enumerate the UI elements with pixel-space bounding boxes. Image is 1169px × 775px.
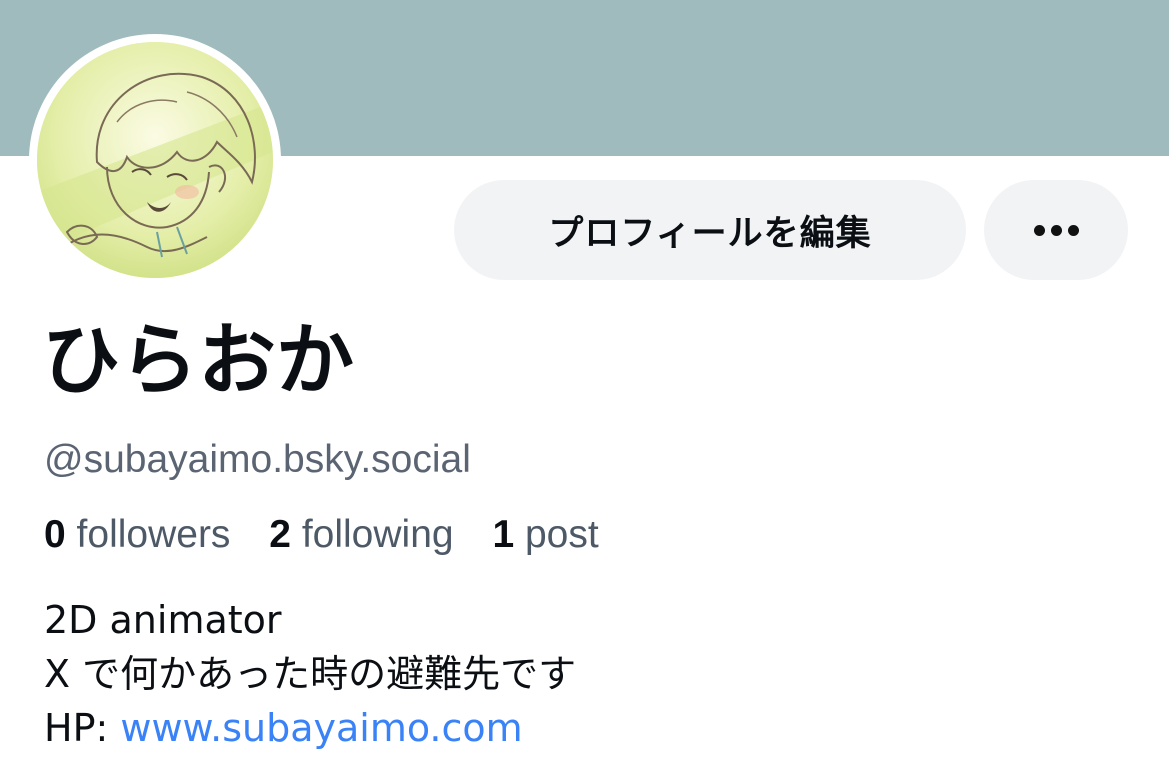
profile-stats: 0 followers 2 following 1 post: [44, 513, 627, 557]
following-label: following: [301, 513, 454, 556]
more-options-button[interactable]: [984, 180, 1128, 280]
followers-stat[interactable]: 0 followers: [44, 513, 230, 556]
followers-count: 0: [44, 513, 66, 556]
following-count: 2: [269, 513, 291, 556]
followers-label: followers: [76, 513, 231, 556]
bio-line-3: HP: www.subayaimo.com: [44, 701, 576, 755]
following-stat[interactable]: 2 following: [269, 513, 453, 556]
display-name: ひらおか: [42, 316, 355, 406]
more-horizontal-icon: [1033, 224, 1045, 236]
profile-handle: @subayaimo.bsky.social: [44, 438, 471, 481]
hp-label: HP:: [44, 706, 121, 750]
edit-profile-button[interactable]: プロフィールを編集: [454, 180, 966, 280]
bio-line-1: 2D animator: [44, 598, 282, 642]
anime-character-sketch-icon: [37, 42, 273, 278]
avatar[interactable]: [37, 42, 273, 278]
avatar-frame: [29, 34, 281, 286]
posts-count: 1: [492, 513, 515, 556]
posts-stat: 1 post: [492, 513, 598, 556]
more-horizontal-icon-dot: [1067, 224, 1079, 236]
posts-label: post: [524, 513, 599, 556]
profile-bio: 2D animator X で何かあった時の避難先です HP: www.suba…: [44, 593, 576, 755]
homepage-link[interactable]: www.subayaimo.com: [120, 706, 522, 750]
more-horizontal-icon-dot: [1050, 224, 1062, 236]
bio-line-2: X で何かあった時の避難先です: [44, 652, 577, 696]
